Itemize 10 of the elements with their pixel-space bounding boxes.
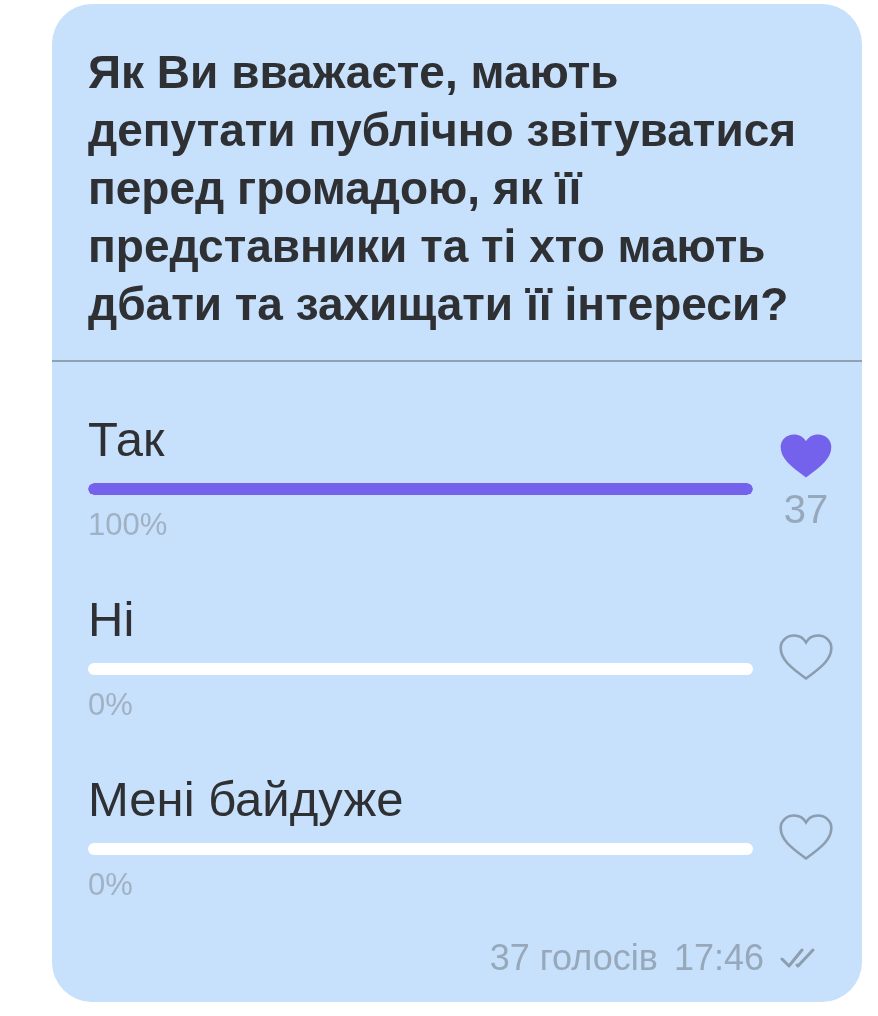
option-label[interactable]: Ні (88, 591, 135, 647)
message-time: 17:46 (673, 936, 764, 980)
votes-total: 37 голосів (489, 936, 658, 980)
heart-icon[interactable] (779, 634, 833, 680)
vote-count: 37 (783, 487, 829, 531)
option-label[interactable]: Так (88, 411, 165, 467)
heart-icon[interactable] (779, 433, 833, 479)
heart-icon[interactable] (779, 814, 833, 860)
poll-question: Як Ви вважаєте, мають депутати публічно звітуватися перед громадою, як її представники та ті хто мають дбати та захищати її інтереси? (87, 45, 798, 332)
option-label[interactable]: Мені байдуже (88, 771, 404, 827)
